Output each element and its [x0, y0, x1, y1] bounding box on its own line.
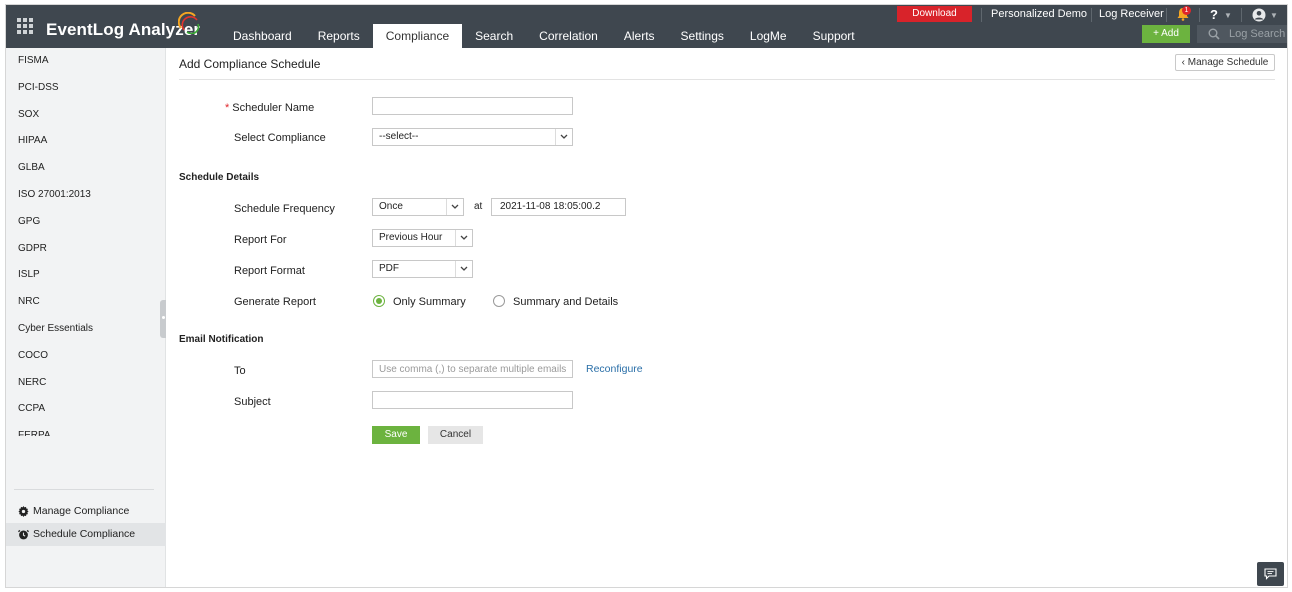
user-icon[interactable] — [1252, 8, 1266, 22]
compliance-sidebar: FISMA PCI-DSS SOX HIPAA GLBA ISO 27001:2… — [6, 48, 167, 587]
chevron-down-icon: ▼ — [1270, 11, 1278, 20]
sidebar-item-iso-27001[interactable]: ISO 27001:2013 — [6, 182, 166, 209]
divider — [981, 8, 982, 22]
save-button[interactable]: Save — [372, 426, 420, 444]
divider — [1199, 8, 1200, 22]
gear-icon — [18, 506, 29, 517]
scheduler-name-label: * Scheduler Name — [225, 102, 315, 114]
report-for-dropdown[interactable]: Previous Hour — [372, 229, 473, 247]
log-search-button[interactable]: Log Search — [1197, 25, 1287, 43]
to-email-input[interactable] — [372, 360, 573, 378]
main-nav: Dashboard Reports Compliance Search Corr… — [220, 24, 868, 48]
schedule-frequency-label: Schedule Frequency — [234, 203, 335, 215]
subject-label: Subject — [234, 396, 271, 408]
page-title: Add Compliance Schedule — [179, 57, 321, 71]
tab-compliance[interactable]: Compliance — [372, 24, 463, 48]
only-summary-radio[interactable] — [373, 295, 385, 307]
report-for-value: Previous Hour — [379, 232, 443, 243]
divider — [1091, 8, 1092, 22]
top-bar: EventLog Analyzer Dashboard Reports Comp… — [6, 5, 1287, 48]
personalized-demo-link[interactable]: Personalized Demo — [991, 8, 1087, 20]
tab-dashboard[interactable]: Dashboard — [220, 24, 305, 48]
sidebar-item-gdpr[interactable]: GDPR — [6, 236, 166, 263]
report-format-label: Report Format — [234, 265, 305, 277]
tab-correlation[interactable]: Correlation — [526, 24, 611, 48]
divider — [179, 79, 1275, 80]
select-compliance-dropdown[interactable]: --select-- — [372, 128, 573, 146]
search-icon — [1208, 28, 1220, 40]
compliance-list: FISMA PCI-DSS SOX HIPAA GLBA ISO 27001:2… — [6, 48, 166, 436]
report-format-value: PDF — [379, 263, 399, 274]
select-compliance-value: --select-- — [379, 131, 419, 142]
sidebar-item-coco[interactable]: COCO — [6, 343, 166, 370]
chevron-down-icon — [455, 230, 472, 246]
sidebar-item-ferpa[interactable]: FERPA — [6, 423, 166, 436]
schedule-clock-icon — [18, 529, 29, 540]
help-icon[interactable]: ? — [1210, 7, 1218, 22]
apps-grid-icon[interactable] — [17, 18, 33, 34]
sidebar-item-gpg[interactable]: GPG — [6, 209, 166, 236]
tab-support[interactable]: Support — [800, 24, 868, 48]
schedule-datetime-field[interactable]: 2021-11-08 18:05:00.2 — [491, 198, 626, 216]
report-for-label: Report For — [234, 234, 287, 246]
only-summary-label[interactable]: Only Summary — [393, 296, 466, 308]
email-notification-heading: Email Notification — [179, 334, 264, 345]
sidebar-item-nerc[interactable]: NERC — [6, 370, 166, 397]
cancel-button[interactable]: Cancel — [428, 426, 483, 444]
schedule-frequency-dropdown[interactable]: Once — [372, 198, 464, 216]
chat-icon — [1264, 568, 1277, 580]
sidebar-item-glba[interactable]: GLBA — [6, 155, 166, 182]
sidebar-item-nrc[interactable]: NRC — [6, 289, 166, 316]
divider — [14, 489, 154, 490]
sidebar-item-cyber-essentials[interactable]: Cyber Essentials — [6, 316, 166, 343]
chat-button[interactable] — [1257, 562, 1284, 586]
subject-input[interactable] — [372, 391, 573, 409]
schedule-details-heading: Schedule Details — [179, 172, 260, 183]
select-compliance-label: Select Compliance — [234, 132, 326, 144]
tab-search[interactable]: Search — [462, 24, 526, 48]
schedule-compliance-link[interactable]: Schedule Compliance — [6, 523, 166, 546]
chevron-down-icon — [555, 129, 572, 145]
at-label: at — [474, 201, 483, 212]
reconfigure-link[interactable]: Reconfigure — [586, 363, 643, 375]
summary-and-details-label[interactable]: Summary and Details — [513, 296, 618, 308]
manage-compliance-label: Manage Compliance — [33, 505, 130, 517]
scheduler-name-input[interactable] — [372, 97, 573, 115]
add-button[interactable]: + Add — [1142, 25, 1190, 43]
sidebar-item-sox[interactable]: SOX — [6, 102, 166, 129]
chevron-down-icon — [446, 199, 463, 215]
sidebar-item-islp[interactable]: ISLP — [6, 262, 166, 289]
log-receiver-link[interactable]: Log Receiver — [1099, 8, 1164, 20]
chevron-down-icon: ▼ — [1224, 11, 1232, 20]
notification-count-badge: 1 — [1182, 6, 1191, 15]
tab-settings[interactable]: Settings — [668, 24, 737, 48]
sidebar-item-ccpa[interactable]: CCPA — [6, 396, 166, 423]
logo-swirl-icon — [178, 12, 200, 34]
tab-logme[interactable]: LogMe — [737, 24, 800, 48]
schedule-frequency-value: Once — [379, 201, 403, 212]
sidebar-item-hipaa[interactable]: HIPAA — [6, 128, 166, 155]
brand-logo: EventLog Analyzer — [46, 20, 201, 39]
sidebar-item-fisma[interactable]: FISMA — [6, 48, 166, 75]
divider — [1166, 8, 1167, 22]
download-button[interactable]: Download — [897, 6, 972, 22]
sidebar-item-pci-dss[interactable]: PCI-DSS — [6, 75, 166, 102]
divider — [1241, 8, 1242, 22]
manage-schedule-button[interactable]: ‹ Manage Schedule — [1175, 54, 1275, 71]
schedule-compliance-label: Schedule Compliance — [33, 528, 136, 540]
generate-report-label: Generate Report — [234, 296, 316, 308]
manage-compliance-link[interactable]: Manage Compliance — [6, 500, 166, 523]
app-window: EventLog Analyzer Dashboard Reports Comp… — [5, 4, 1288, 588]
tab-alerts[interactable]: Alerts — [611, 24, 668, 48]
manage-schedule-label: Manage Schedule — [1187, 57, 1269, 68]
summary-and-details-radio[interactable] — [493, 295, 505, 307]
log-search-label: Log Search — [1229, 28, 1286, 40]
required-mark: * — [225, 102, 230, 114]
tab-reports[interactable]: Reports — [305, 24, 373, 48]
report-format-dropdown[interactable]: PDF — [372, 260, 473, 278]
to-label: To — [234, 365, 246, 377]
chevron-down-icon — [455, 261, 472, 277]
main-content: Add Compliance Schedule ‹ Manage Schedul… — [166, 48, 1287, 587]
